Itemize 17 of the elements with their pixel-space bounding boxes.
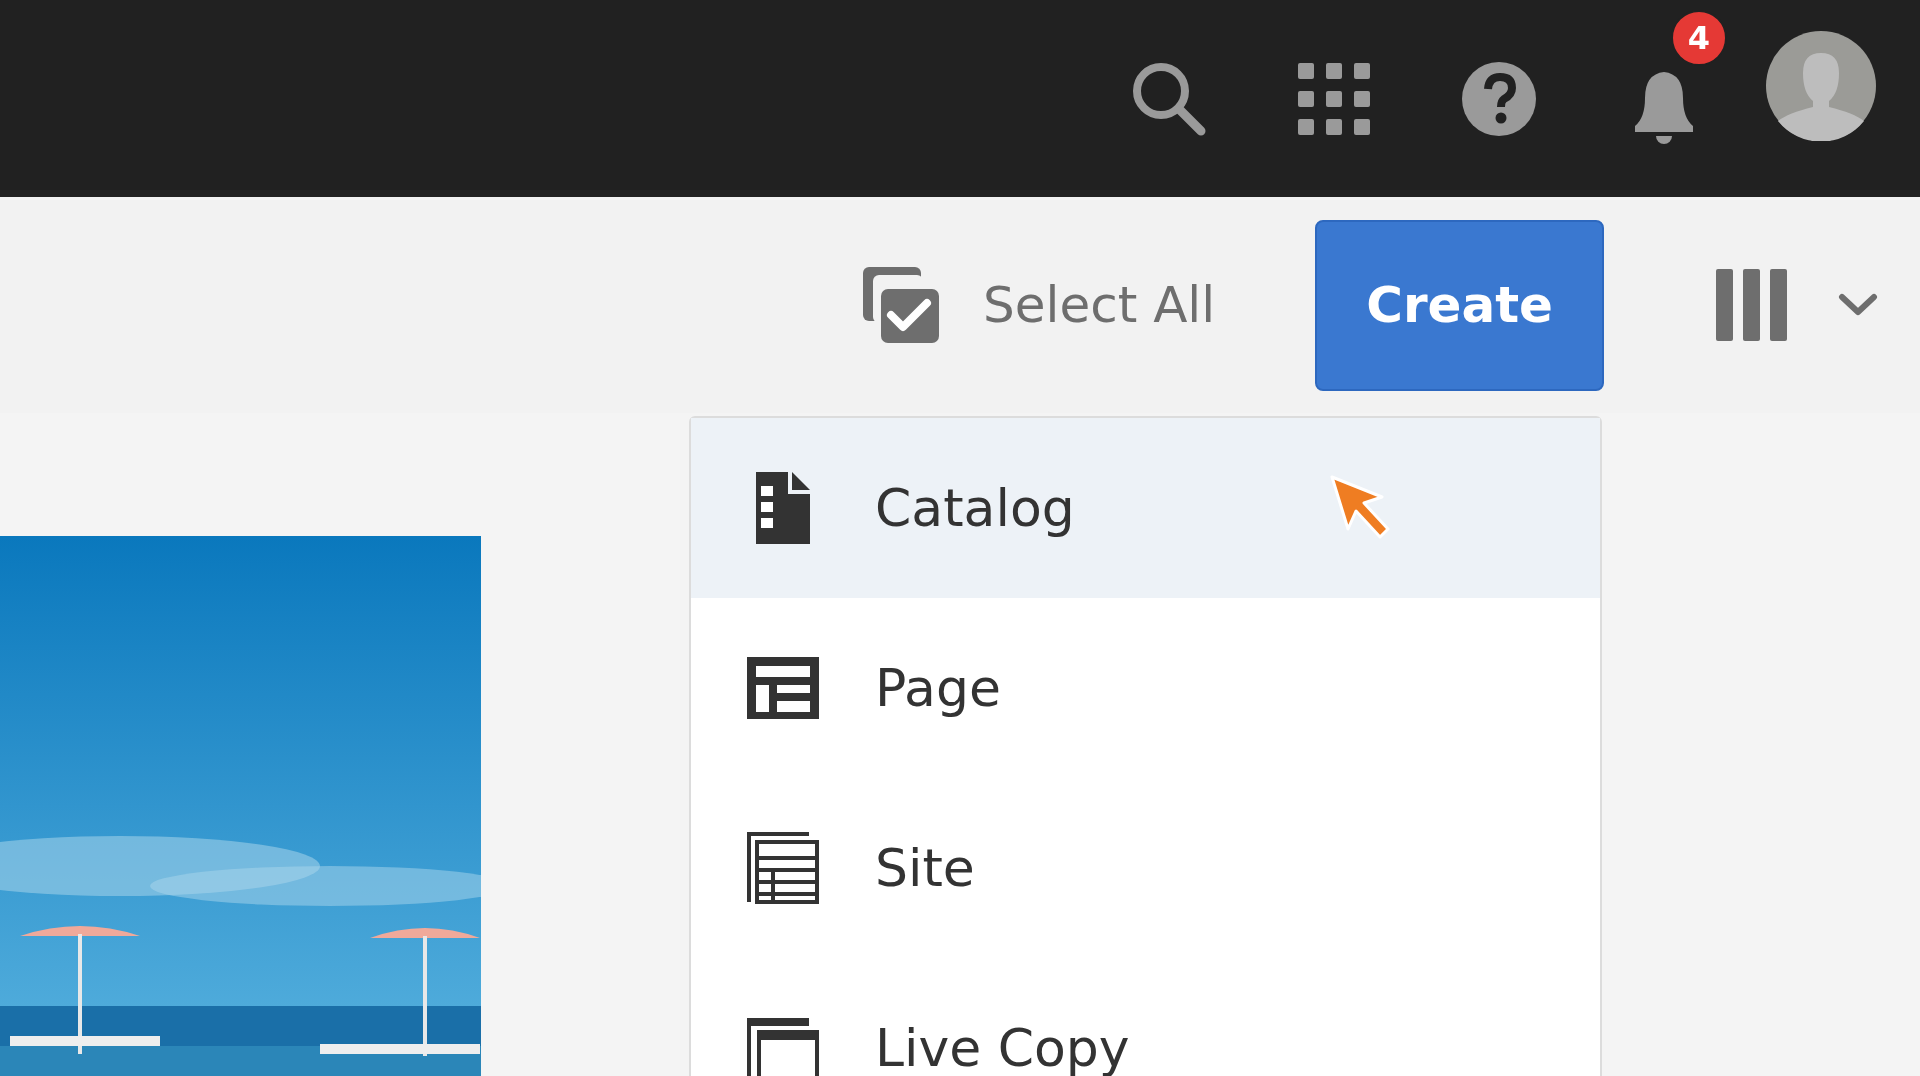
- site-pages-icon: [747, 832, 819, 904]
- avatar-icon[interactable]: [1766, 30, 1876, 141]
- search-icon[interactable]: [1130, 60, 1207, 137]
- notification-badge: 4: [1671, 9, 1727, 66]
- menu-item[interactable]: Site: [691, 778, 1600, 958]
- menu-item[interactable]: Page: [691, 598, 1600, 778]
- create-button[interactable]: Create: [1315, 219, 1605, 391]
- column-view-icon[interactable]: [1716, 269, 1789, 341]
- chevron-down-icon[interactable]: [1838, 293, 1879, 317]
- apps-grid-icon[interactable]: [1297, 62, 1370, 135]
- catalog-icon: [756, 472, 810, 544]
- select-all-icon[interactable]: [863, 267, 939, 343]
- help-icon[interactable]: [1461, 61, 1536, 136]
- select-all-label[interactable]: Select All: [983, 276, 1216, 334]
- live-copy-icon: [747, 1018, 819, 1076]
- menu-item[interactable]: Catalog: [691, 418, 1600, 598]
- page-layout-icon: [747, 657, 819, 719]
